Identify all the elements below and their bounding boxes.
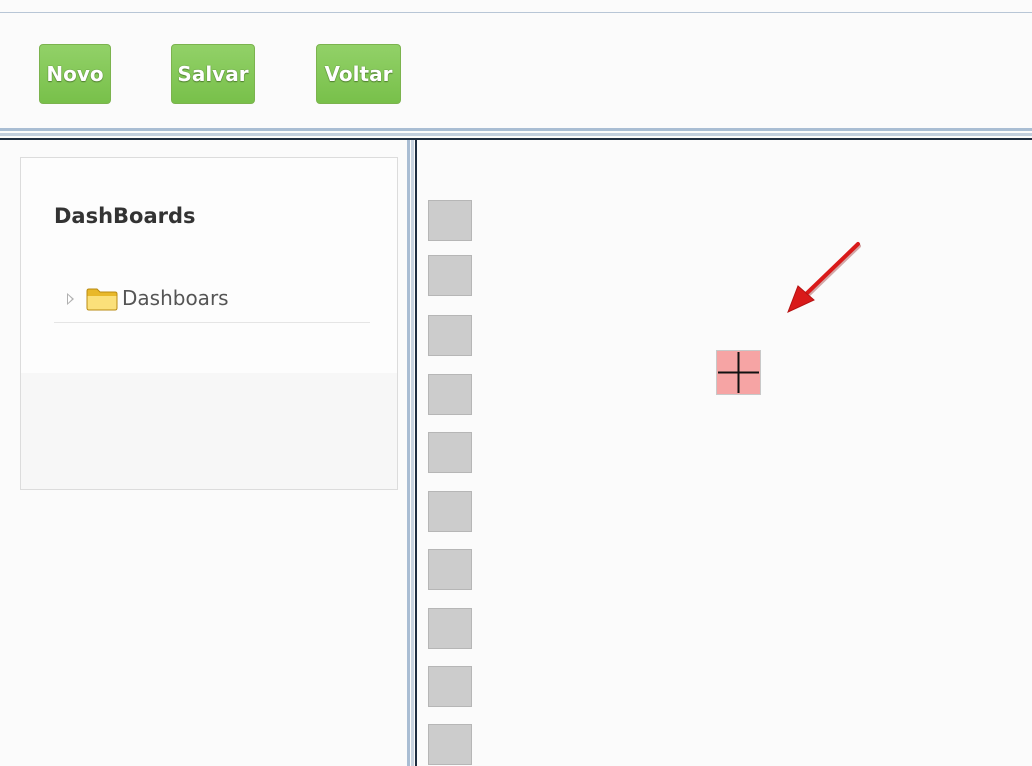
tree-node-label: Dashboars (122, 286, 229, 310)
widget-palette-item[interactable] (428, 255, 472, 296)
toolbar-separator-inner (0, 133, 1032, 136)
panel-title: DashBoards (54, 204, 196, 228)
panel-splitter-dark (415, 140, 417, 766)
widget-palette-item[interactable] (428, 549, 472, 590)
widget-palette-item[interactable] (428, 315, 472, 356)
widget-palette-item[interactable] (428, 666, 472, 707)
expand-arrow-icon[interactable] (67, 293, 74, 305)
new-button[interactable]: Novo (39, 44, 111, 104)
back-button[interactable]: Voltar (316, 44, 401, 104)
panel-splitter[interactable] (407, 140, 410, 766)
top-divider (0, 12, 1032, 13)
widget-palette-item[interactable] (428, 491, 472, 532)
dashboard-editor: Novo Salvar Voltar DashBoards Dashboars (0, 0, 1032, 766)
red-arrow-icon (787, 242, 861, 313)
tree-node-dashboars[interactable]: Dashboars (54, 282, 370, 323)
folder-icon (86, 288, 118, 311)
widget-palette-item[interactable] (428, 608, 472, 649)
widget-palette-item[interactable] (428, 200, 472, 241)
widget-palette-item[interactable] (428, 374, 472, 415)
toolbar-separator-dark (0, 138, 1032, 140)
widget-palette-item[interactable] (428, 432, 472, 473)
dashboards-panel-body (21, 158, 397, 373)
toolbar-separator (0, 128, 1032, 131)
dashboards-panel: DashBoards Dashboars (20, 157, 398, 490)
plus-icon (718, 352, 759, 393)
panel-splitter-inner (411, 140, 414, 766)
widget-palette-item[interactable] (428, 724, 472, 765)
add-widget-target[interactable] (716, 350, 761, 395)
save-button[interactable]: Salvar (171, 44, 255, 104)
